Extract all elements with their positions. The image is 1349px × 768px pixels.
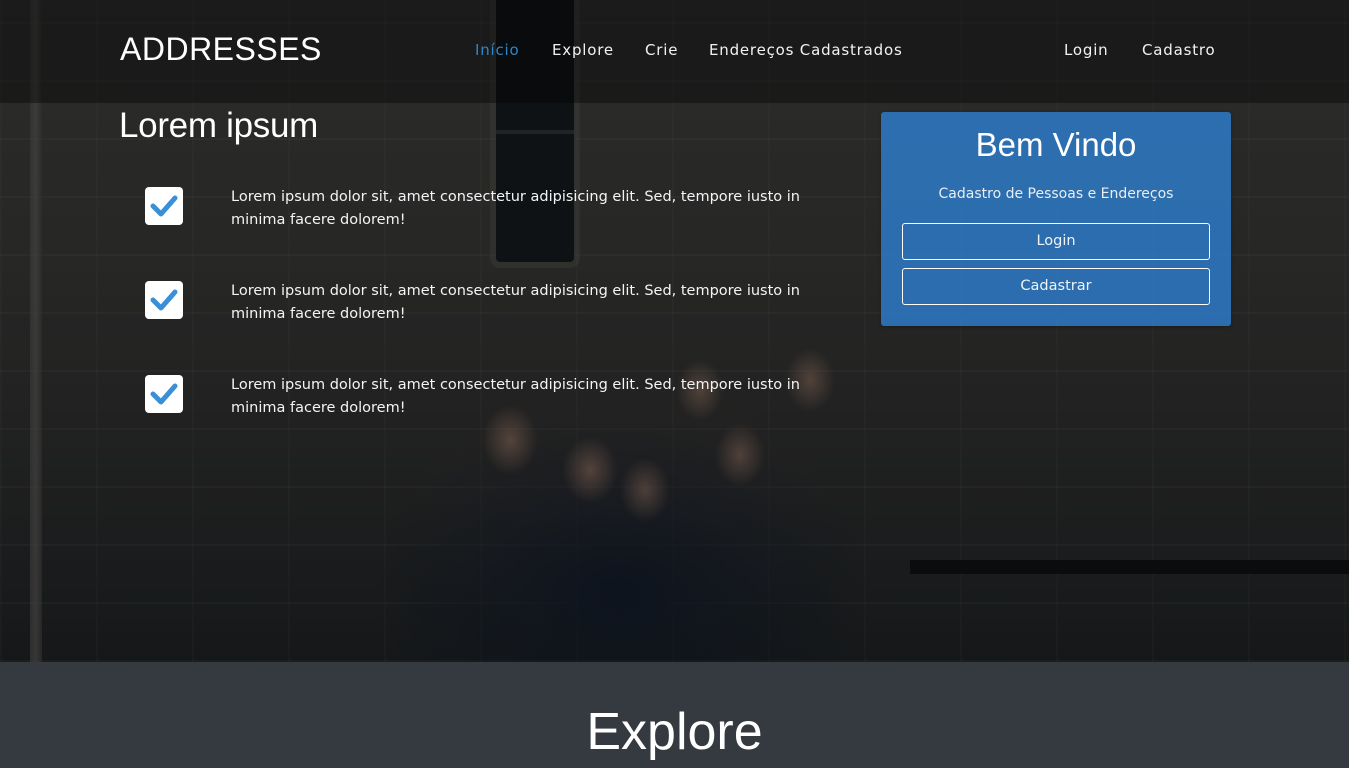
register-button[interactable]: Cadastrar (902, 268, 1210, 305)
welcome-card-title: Bem Vindo (975, 126, 1137, 163)
check-icon (145, 187, 183, 225)
nav-item-explore[interactable]: Explore (552, 41, 614, 59)
feature-text: Lorem ipsum dolor sit, amet consectetur … (231, 377, 800, 416)
nav-item-enderecos[interactable]: Endereços Cadastrados (709, 41, 903, 59)
check-icon (145, 281, 183, 319)
explore-section: Explore (0, 662, 1349, 768)
feature-item: Lorem ipsum dolor sit, amet consectetur … (145, 375, 845, 425)
nav-item-inicio[interactable]: Início (475, 41, 520, 59)
brand-logo[interactable]: ADDRESSES (120, 31, 322, 68)
navbar: ADDRESSES Início Explore Crie Endereços … (0, 0, 1349, 103)
nav-item-crie[interactable]: Crie (645, 41, 678, 59)
nav-item-login[interactable]: Login (1064, 41, 1108, 59)
feature-item: Lorem ipsum dolor sit, amet consectetur … (145, 187, 845, 237)
welcome-card: Bem Vindo Cadastro de Pessoas e Endereço… (881, 112, 1231, 326)
hero-title: Lorem ipsum (119, 106, 318, 145)
feature-text: Lorem ipsum dolor sit, amet consectetur … (231, 283, 800, 322)
nav-item-cadastro[interactable]: Cadastro (1142, 41, 1216, 59)
welcome-card-subtitle: Cadastro de Pessoas e Endereços (938, 186, 1174, 202)
hero-section: ADDRESSES Início Explore Crie Endereços … (0, 0, 1349, 662)
login-button[interactable]: Login (902, 223, 1210, 260)
explore-title: Explore (586, 703, 763, 761)
feature-text: Lorem ipsum dolor sit, amet consectetur … (231, 189, 800, 228)
feature-item: Lorem ipsum dolor sit, amet consectetur … (145, 281, 845, 331)
check-icon (145, 375, 183, 413)
